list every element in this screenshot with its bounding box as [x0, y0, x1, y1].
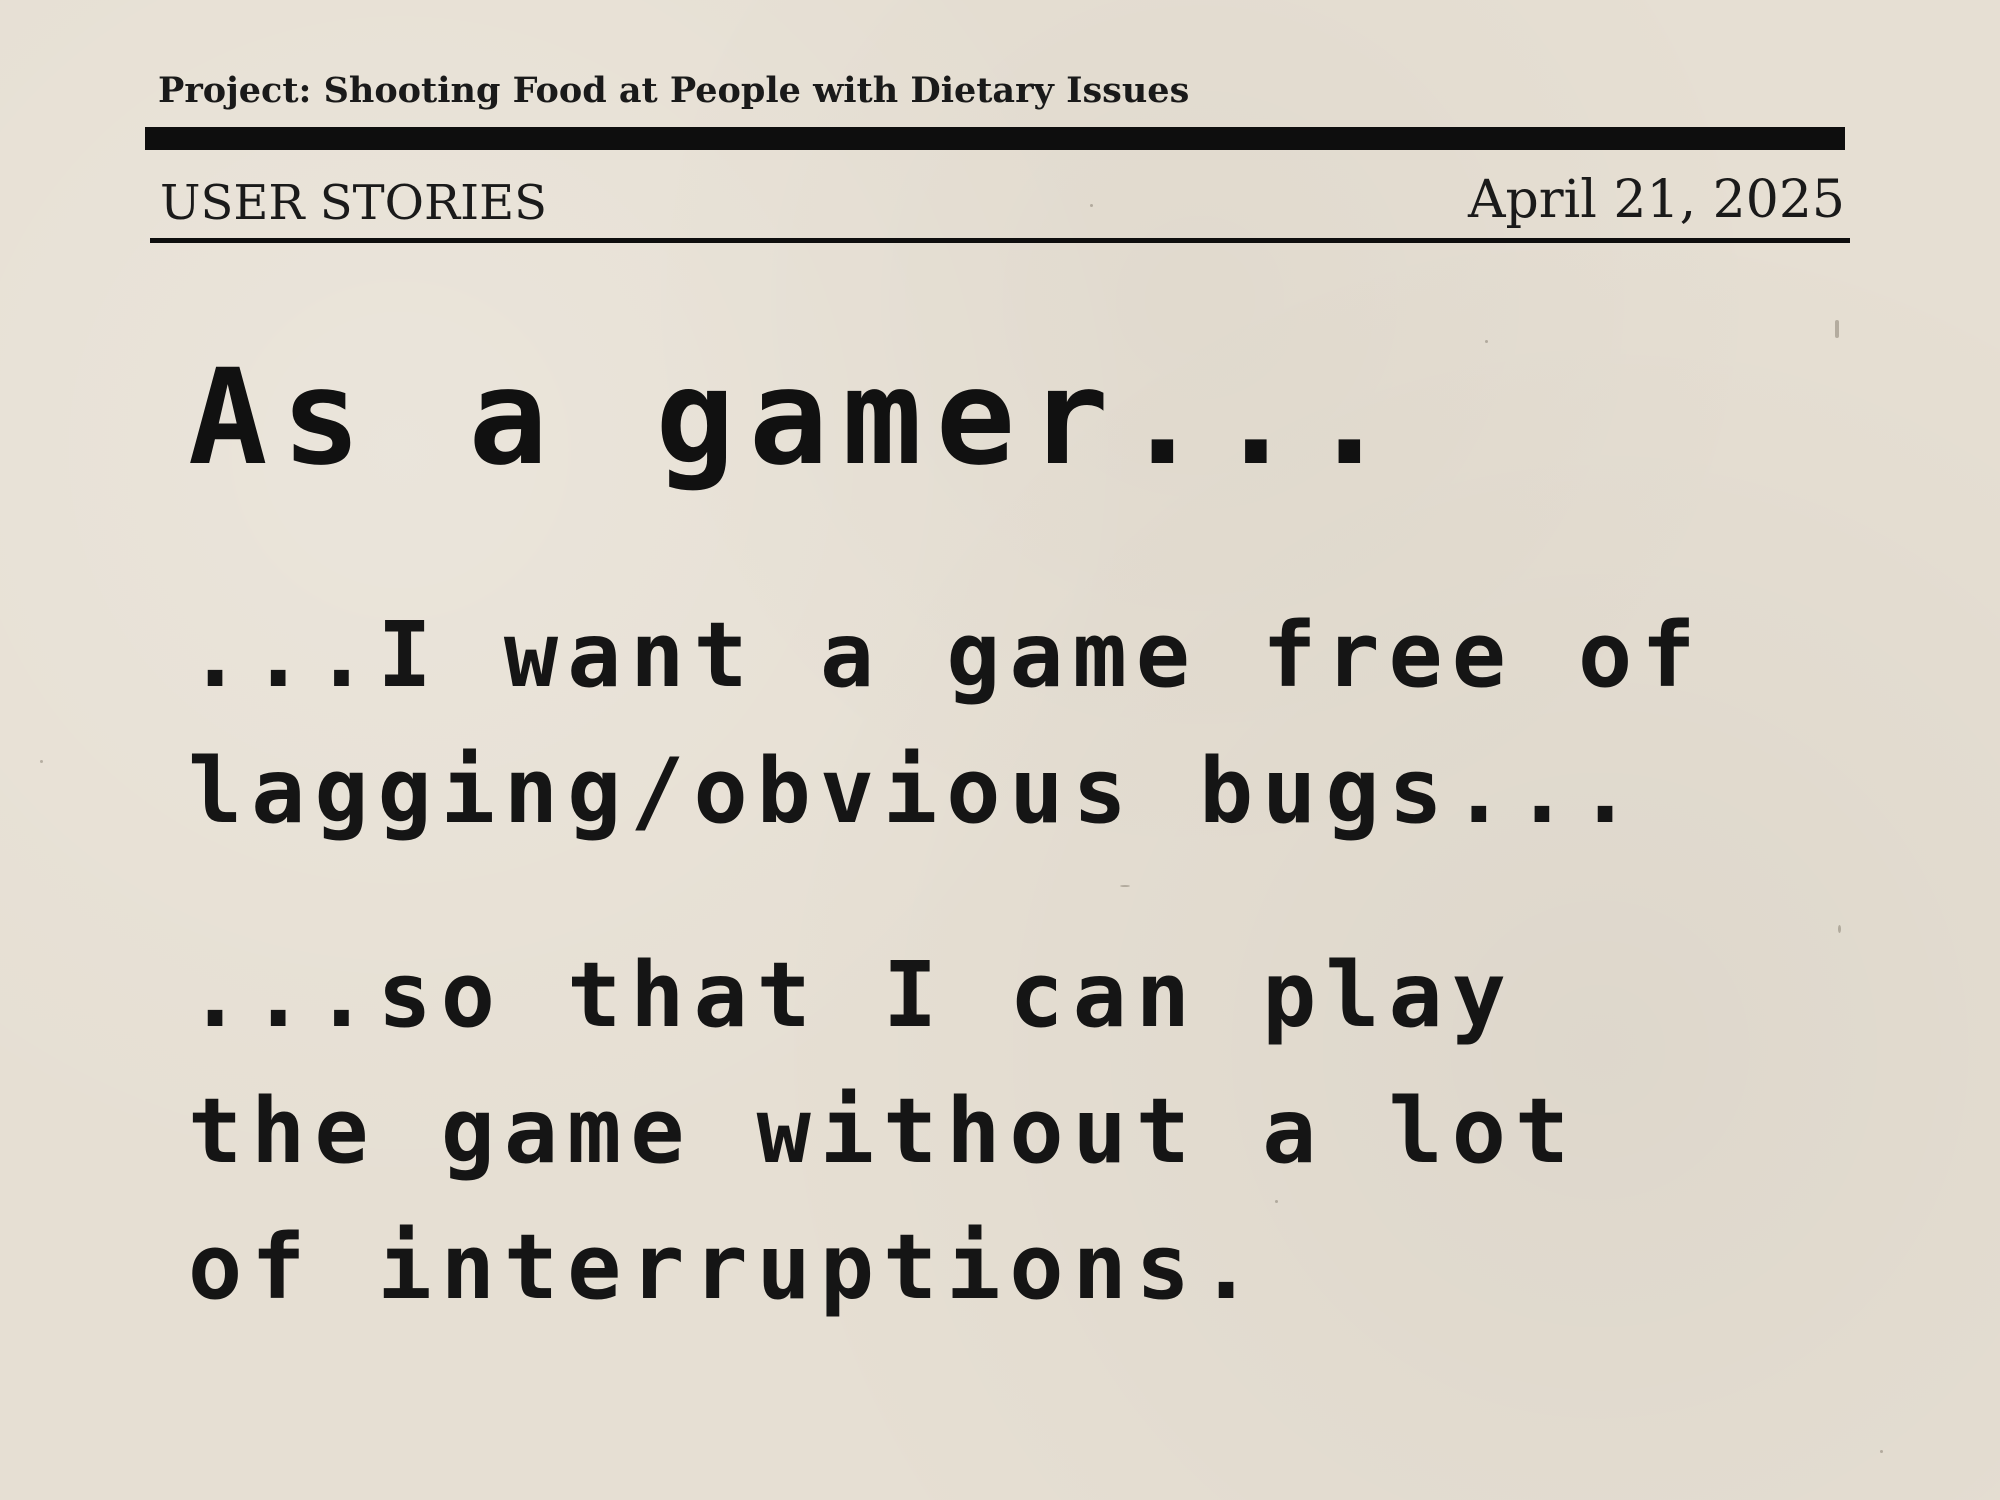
project-title: Project: Shooting Food at People with Di… — [158, 70, 1190, 111]
paper-speck — [1838, 925, 1841, 933]
document-page: Project: Shooting Food at People with Di… — [0, 0, 2000, 1500]
paper-speck — [40, 760, 43, 763]
story-heading: As a gamer... — [188, 341, 1404, 495]
paper-speck — [1090, 204, 1093, 207]
header-thick-rule — [145, 127, 1845, 150]
paper-speck — [1880, 1450, 1883, 1453]
section-label: USER STORIES — [160, 175, 548, 231]
document-date: April 21, 2025 — [1467, 170, 1845, 230]
header-thin-rule — [150, 238, 1850, 243]
paper-speck — [1835, 320, 1839, 338]
paper-speck — [1120, 885, 1130, 887]
story-so-that-line: the game without a lot — [188, 1079, 1579, 1184]
paper-speck — [1485, 340, 1488, 343]
story-so-that-line: of interruptions. — [188, 1215, 1263, 1320]
story-want-line: ...I want a game free of — [188, 603, 1705, 708]
story-want-block: ...I want a game free of lagging/obvious… — [188, 588, 1704, 860]
story-want-line: lagging/obvious bugs... — [188, 739, 1642, 844]
story-so-that-line: ...so that I can play — [188, 943, 1515, 1048]
story-so-that-block: ...so that I can play the game without a… — [188, 928, 1578, 1336]
